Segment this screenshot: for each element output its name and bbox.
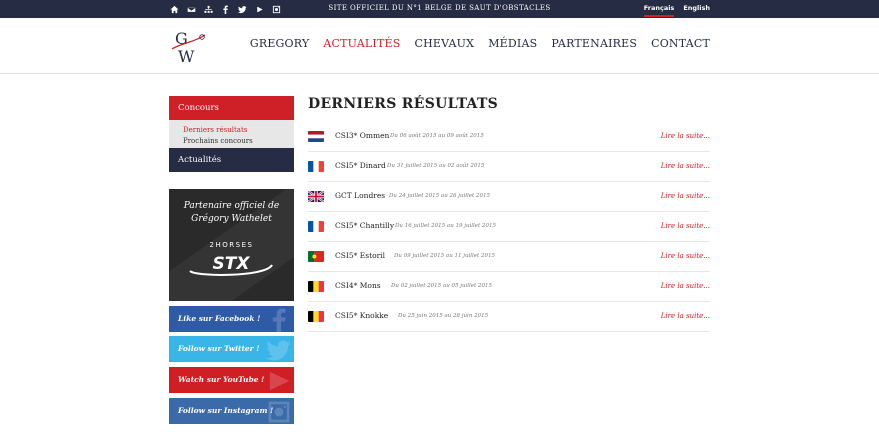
nav-contact[interactable]: CONTACT: [651, 37, 710, 50]
nav-chevaux[interactable]: CHEVAUX: [415, 37, 475, 50]
result-dates: Du 24 juillet 2015 au 26 juillet 2015: [389, 193, 490, 199]
partner-brand-main: STX: [213, 254, 251, 274]
result-row: CSI5* Chantilly Du 16 juillet 2015 au 19…: [308, 212, 710, 242]
result-dates: Du 02 juillet 2015 au 05 juillet 2015: [391, 283, 492, 289]
language-french[interactable]: Français: [643, 4, 675, 17]
instagram-icon: [268, 401, 290, 423]
result-row: GCT Londres Du 24 juillet 2015 au 26 jui…: [308, 182, 710, 212]
sidebar-submenu: Derniers résultats Prochains concours: [169, 120, 294, 148]
partner-brand-top: 2HORSES: [209, 241, 254, 249]
twitter-button[interactable]: Follow sur Twitter !: [169, 336, 294, 362]
top-bar: SITE OFFICIEL DU N°1 BELGE DE SAUT D'OBS…: [0, 0, 879, 18]
facebook-button[interactable]: Like sur Facebook !: [169, 306, 294, 332]
result-dates: Du 16 juillet 2015 au 19 juillet 2015: [395, 223, 496, 229]
language-english[interactable]: English: [683, 4, 710, 17]
partner-logo: STX: [189, 254, 273, 276]
result-row: CSI5* Knokke Du 25 juin 2015 au 28 juin …: [308, 302, 710, 332]
read-more-link[interactable]: Lire la suite...: [661, 272, 710, 300]
logo-letter-w: W: [178, 47, 195, 65]
youtube-button-label: Watch sur YouTube !: [178, 375, 265, 384]
partner-text: Partenaire officiel de Grégory Wathelet: [169, 200, 294, 226]
sidebar-menu: Concours Derniers résultats Prochains co…: [169, 96, 294, 172]
read-more-link[interactable]: Lire la suite...: [661, 122, 710, 150]
main-navigation: GREGORY ACTUALITÉS CHEVAUX MÉDIAS PARTEN…: [250, 37, 710, 50]
result-event: CSI3* Ommen: [335, 131, 390, 140]
result-event: CSI5* Chantilly: [335, 221, 395, 230]
france-flag-icon: [308, 161, 324, 172]
sidebar-item-derniers-resultats[interactable]: Derniers résultats: [183, 125, 280, 136]
youtube-icon: [269, 371, 290, 391]
result-row: CSI5* Dinard Du 31 juillet 2015 au 02 ao…: [308, 152, 710, 182]
twitter-button-label: Follow sur Twitter !: [178, 344, 260, 353]
read-more-link[interactable]: Lire la suite...: [661, 152, 710, 180]
sidebar: Concours Derniers résultats Prochains co…: [169, 96, 294, 424]
united-kingdom-flag-icon: [308, 191, 324, 202]
nav-medias[interactable]: MÉDIAS: [488, 37, 537, 50]
read-more-link[interactable]: Lire la suite...: [661, 212, 710, 240]
youtube-button[interactable]: Watch sur YouTube !: [169, 367, 294, 393]
read-more-link[interactable]: Lire la suite...: [661, 182, 710, 210]
main-content: DERNIERS RÉSULTATS CSI3* Ommen Du 06 aoû…: [308, 96, 710, 332]
netherlands-flag-icon: [308, 131, 324, 142]
belgium-flag-icon: [308, 311, 324, 322]
facebook-button-label: Like sur Facebook !: [178, 314, 261, 323]
result-event: CSI4* Mons: [335, 281, 381, 290]
sidebar-item-actualites[interactable]: Actualités: [169, 148, 294, 172]
language-switcher: Français English: [643, 4, 710, 17]
result-dates: Du 09 juillet 2015 au 11 juillet 2015: [394, 253, 495, 259]
sidebar-item-concours[interactable]: Concours: [169, 96, 294, 120]
read-more-link[interactable]: Lire la suite...: [661, 242, 710, 270]
portugal-flag-icon: [308, 251, 324, 262]
site-header: G W GREGORY ACTUALITÉS CHEVAUX MÉDIAS PA…: [0, 18, 879, 74]
result-event: CSI5* Dinard: [335, 161, 386, 170]
result-dates: Du 25 juin 2015 au 28 juin 2015: [398, 313, 489, 319]
site-logo[interactable]: G W: [169, 27, 207, 65]
partner-line-2: Grégory Wathelet: [191, 214, 272, 224]
result-dates: Du 31 juillet 2015 au 02 août 2015: [387, 163, 485, 169]
nav-actualites[interactable]: ACTUALITÉS: [323, 37, 400, 50]
facebook-icon: [272, 308, 286, 332]
site-tagline: SITE OFFICIEL DU N°1 BELGE DE SAUT D'OBS…: [328, 4, 551, 12]
results-list: CSI3* Ommen Du 06 août 2015 au 09 août 2…: [308, 122, 710, 332]
result-event: CSI5* Knokke: [335, 311, 389, 320]
result-dates: Du 06 août 2015 au 09 août 2015: [390, 133, 484, 139]
result-row: CSI5* Estoril Du 09 juillet 2015 au 11 j…: [308, 242, 710, 272]
instagram-button[interactable]: Follow sur Instagram !: [169, 398, 294, 424]
nav-partenaires[interactable]: PARTENAIRES: [551, 37, 637, 50]
result-row: CSI3* Ommen Du 06 août 2015 au 09 août 2…: [308, 122, 710, 152]
nav-gregory[interactable]: GREGORY: [250, 37, 310, 50]
instagram-button-label: Follow sur Instagram !: [178, 406, 274, 415]
read-more-link[interactable]: Lire la suite...: [661, 302, 710, 330]
sidebar-item-prochains-concours[interactable]: Prochains concours: [183, 136, 280, 147]
result-event: GCT Londres: [335, 191, 386, 200]
result-event: CSI5* Estoril: [335, 251, 385, 260]
partner-banner[interactable]: Partenaire officiel de Grégory Wathelet …: [169, 189, 294, 301]
twitter-icon: [266, 340, 291, 361]
partner-line-1: Partenaire officiel de: [183, 201, 280, 211]
result-row: CSI4* Mons Du 02 juillet 2015 au 05 juil…: [308, 272, 710, 302]
belgium-flag-icon: [308, 281, 324, 292]
france-flag-icon: [308, 221, 324, 232]
